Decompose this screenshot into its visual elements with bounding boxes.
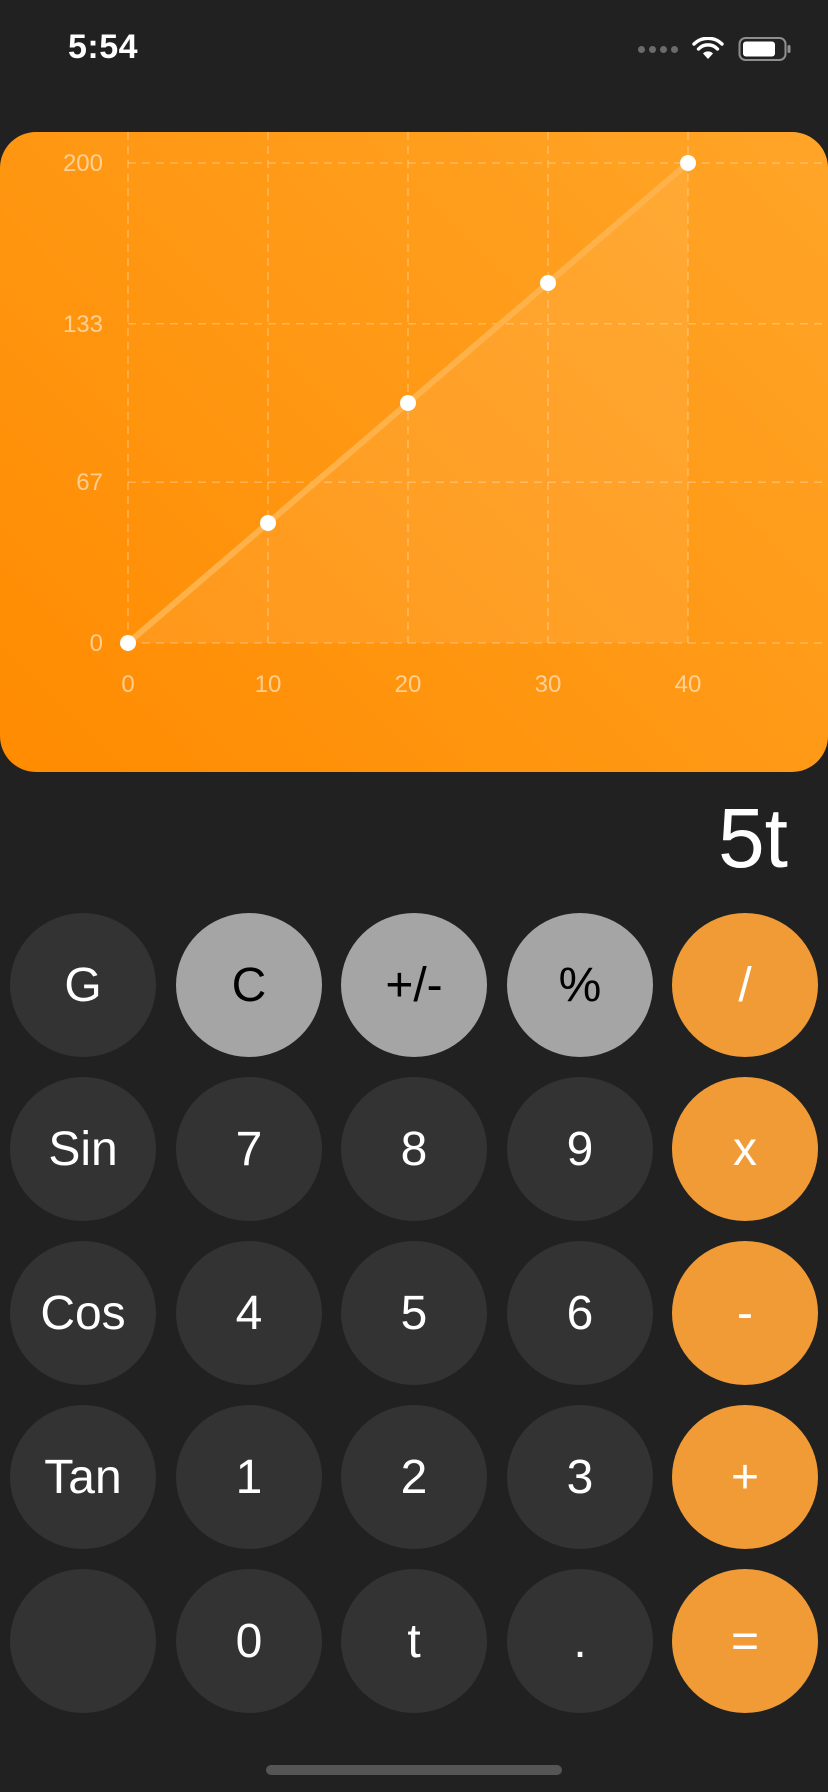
home-indicator[interactable] — [266, 1765, 562, 1775]
x-tick-label: 10 — [255, 671, 282, 698]
key-multiply-button[interactable]: x — [672, 1077, 818, 1221]
key-5-button[interactable]: 5 — [341, 1241, 487, 1385]
data-point — [680, 155, 696, 171]
key-percent-button[interactable]: % — [507, 913, 653, 1057]
key-sin-button[interactable]: Sin — [10, 1077, 156, 1221]
key-sign-button[interactable]: +/- — [341, 913, 487, 1057]
y-tick-label: 0 — [90, 630, 103, 657]
status-time: 5:54 — [68, 28, 139, 66]
battery-icon — [738, 37, 791, 61]
cellular-signal-icon — [638, 45, 678, 53]
y-tick-label: 67 — [76, 469, 103, 496]
key-6-button[interactable]: 6 — [507, 1241, 653, 1385]
x-tick-label: 40 — [675, 671, 702, 698]
key-blank-button[interactable] — [10, 1569, 156, 1713]
key-divide-button[interactable]: / — [672, 913, 818, 1057]
key-4-button[interactable]: 4 — [176, 1241, 322, 1385]
status-bar: 5:54 — [0, 0, 828, 100]
y-tick-label: 200 — [63, 150, 103, 177]
key-subtract-button[interactable]: - — [672, 1241, 818, 1385]
y-tick-label: 133 — [63, 311, 103, 338]
key-2-button[interactable]: 2 — [341, 1405, 487, 1549]
key-3-button[interactable]: 3 — [507, 1405, 653, 1549]
line-chart: 0 67 133 200 0 10 20 30 40 — [63, 132, 828, 698]
key-decimal-button[interactable]: . — [507, 1569, 653, 1713]
status-indicators — [638, 34, 792, 64]
key-tan-button[interactable]: Tan — [10, 1405, 156, 1549]
x-tick-label: 20 — [395, 671, 422, 698]
wifi-icon — [692, 37, 724, 59]
data-point — [120, 635, 136, 651]
data-point — [400, 395, 416, 411]
key-graph-button[interactable]: G — [10, 913, 156, 1057]
key-8-button[interactable]: 8 — [341, 1077, 487, 1221]
expression-display: 5t — [717, 791, 788, 885]
key-t-button[interactable]: t — [341, 1569, 487, 1713]
key-clear-button[interactable]: C — [176, 913, 322, 1057]
x-tick-label: 30 — [535, 671, 562, 698]
graph-card: 0 67 133 200 0 10 20 30 40 — [0, 132, 828, 772]
data-point — [540, 275, 556, 291]
key-equals-button[interactable]: = — [672, 1569, 818, 1713]
key-0-button[interactable]: 0 — [176, 1569, 322, 1713]
key-cos-button[interactable]: Cos — [10, 1241, 156, 1385]
key-7-button[interactable]: 7 — [176, 1077, 322, 1221]
data-point — [260, 515, 276, 531]
key-9-button[interactable]: 9 — [507, 1077, 653, 1221]
key-add-button[interactable]: + — [672, 1405, 818, 1549]
key-1-button[interactable]: 1 — [176, 1405, 322, 1549]
x-tick-label: 0 — [121, 671, 134, 698]
